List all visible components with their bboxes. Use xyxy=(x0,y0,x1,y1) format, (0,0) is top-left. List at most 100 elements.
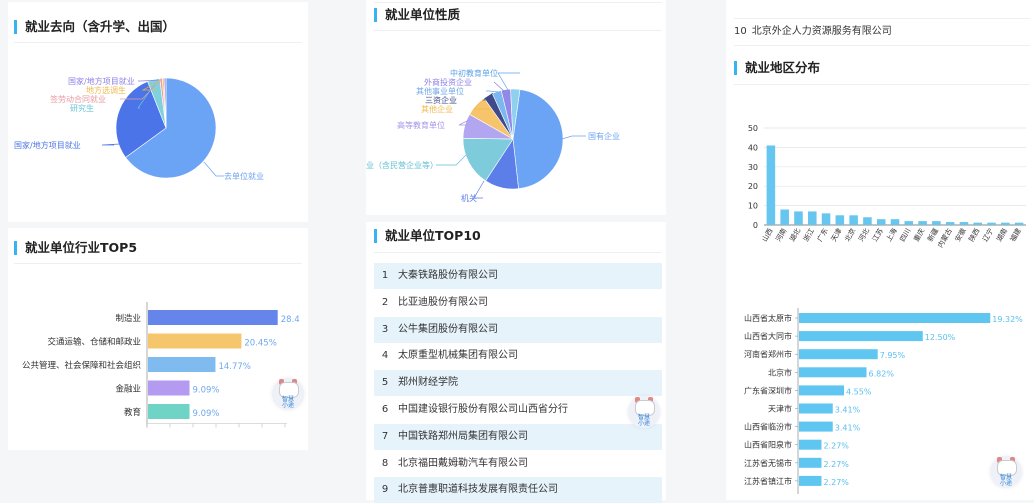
x-tick-label: 四川 xyxy=(899,227,913,243)
company-name: 北京福田戴姆勒汽车有限公司 xyxy=(398,457,528,469)
category-label: 江苏省无锡市 xyxy=(744,458,792,468)
company-name: 北京外企人力资源服务有限公司 xyxy=(751,26,892,37)
slice-label: 业（含民营企业等） xyxy=(366,160,438,170)
value-label: 20.45% xyxy=(244,339,276,349)
top10-list-item[interactable]: 2 比亚迪股份有限公司 xyxy=(374,290,662,316)
category-label: 金融业 xyxy=(115,384,141,395)
bar[interactable] xyxy=(945,222,955,225)
bar[interactable] xyxy=(148,310,278,325)
bar[interactable] xyxy=(799,331,923,342)
value-label: 6.82% xyxy=(869,369,895,378)
top10-list-item[interactable]: 4 太原重型机械集团有限公司 xyxy=(374,343,662,369)
rank-number: 1 xyxy=(381,270,389,281)
bar[interactable] xyxy=(799,367,867,378)
x-tick-label: 河北 xyxy=(857,227,871,243)
bar[interactable] xyxy=(987,222,996,225)
rank-number: 10 xyxy=(734,26,747,37)
bar[interactable] xyxy=(890,219,900,225)
bar[interactable] xyxy=(1014,222,1024,225)
rank-number: 4 xyxy=(381,350,389,362)
top10-list-item[interactable]: 9 北京普惠职道科技发展有限责任公司 xyxy=(374,477,662,503)
assistant-mascot-button[interactable]: 智慧 小途 xyxy=(272,378,304,410)
category-label: 公共管理、社会保障和社会组织 xyxy=(22,360,141,371)
bar[interactable] xyxy=(799,475,822,486)
company-name: 北京普惠职道科技发展有限责任公司 xyxy=(398,484,558,496)
slice-label: 国家/地方项目就业 xyxy=(68,76,135,86)
x-tick-label: 天津 xyxy=(830,227,844,243)
category-label: 江苏省镇江市 xyxy=(744,476,792,486)
y-tick-label: 30 xyxy=(748,163,758,172)
bar[interactable] xyxy=(876,219,886,225)
bar[interactable] xyxy=(821,213,831,225)
bar[interactable] xyxy=(766,145,776,225)
x-tick-label: 山西 xyxy=(760,227,775,244)
slice-label: 国有企业 xyxy=(588,131,620,141)
bar[interactable] xyxy=(794,211,803,225)
bar[interactable] xyxy=(835,215,845,225)
top10-list-item[interactable]: 5 郑州财经学院 xyxy=(374,370,662,397)
category-label: 交通运输、仓储和邮政业 xyxy=(47,337,141,348)
slice-label: 外商投资企业 xyxy=(424,77,472,87)
slice-label: 其他事业单位 xyxy=(416,86,464,96)
company-name: 公牛集团股份有限公司 xyxy=(398,323,498,335)
divider xyxy=(374,30,662,31)
slice-label: 去单位就业 xyxy=(224,171,264,181)
bar[interactable] xyxy=(148,404,190,419)
unit-nature-slice[interactable] xyxy=(512,89,564,190)
y-tick-label: 50 xyxy=(748,124,758,133)
leader-line xyxy=(203,161,224,177)
mascot-label-line2: 小途 xyxy=(281,402,294,409)
top10-list-item[interactable]: 10 北京外企人力资源服务有限公司 xyxy=(734,24,892,40)
slice-label: 国家/地方项目就业 xyxy=(14,140,81,150)
bar[interactable] xyxy=(799,439,822,450)
bar[interactable] xyxy=(148,380,190,396)
bar[interactable] xyxy=(807,211,817,225)
value-label: 2.27% xyxy=(823,478,849,487)
industry-bar-chart: 制造业 28.4 交通运输、仓储和邮政业 20.45% 公共管理、社会保障和社会组织 14… xyxy=(22,302,300,428)
city-bar-chart: 山西省太原市 19.32% 山西省大同市 12.50% 河南省郑州市 7.95% 北京市 6.… xyxy=(744,308,1023,494)
value-label: 4.55% xyxy=(846,387,872,396)
top10-list-item[interactable]: 8 北京福田戴姆勒汽车有限公司 xyxy=(374,451,662,477)
y-tick-label: 10 xyxy=(748,202,758,211)
x-tick-label: 湖北 xyxy=(787,227,802,244)
top10-list-item[interactable]: 1 大秦铁路股份有限公司 xyxy=(374,263,662,289)
bar[interactable] xyxy=(780,209,789,225)
destination-title: 就业去向（含升学、出国） xyxy=(14,20,175,34)
divider xyxy=(374,252,662,253)
slice-label: 三资企业 xyxy=(425,95,457,105)
divider xyxy=(14,42,302,43)
bar[interactable] xyxy=(799,349,878,360)
slice-label: 其他企业 xyxy=(421,104,453,114)
value-label: 12.50% xyxy=(925,333,956,342)
assistant-mascot-button[interactable]: 智慧 小途 xyxy=(990,456,1022,488)
bar[interactable] xyxy=(1001,222,1010,225)
assistant-mascot-button[interactable]: 智慧 小途 xyxy=(628,396,660,428)
x-tick-label: 河南 xyxy=(774,227,789,244)
bar[interactable] xyxy=(799,385,845,396)
bar[interactable] xyxy=(799,421,833,432)
y-tick-label: 40 xyxy=(748,143,758,152)
bar[interactable] xyxy=(959,222,969,225)
top10-list-item[interactable]: 7 中国铁路郑州局集团有限公司 xyxy=(374,423,662,450)
top10-title: 就业单位TOP10 xyxy=(374,229,481,243)
bar[interactable] xyxy=(799,403,833,414)
bar[interactable] xyxy=(863,217,872,225)
leader-line xyxy=(101,143,121,146)
bar[interactable] xyxy=(799,313,991,323)
divider xyxy=(734,84,1030,85)
bar[interactable] xyxy=(973,222,983,225)
top10-list-item[interactable]: 6 中国建设银行股份有限公司山西省分行 xyxy=(374,397,662,423)
company-name: 中国建设银行股份有限公司山西省分行 xyxy=(398,404,568,415)
bar[interactable] xyxy=(932,221,941,225)
category-label: 北京市 xyxy=(768,367,792,377)
bar[interactable] xyxy=(799,457,822,468)
bar[interactable] xyxy=(148,333,242,349)
company-name: 中国铁路郑州局集团有限公司 xyxy=(398,430,528,442)
bar[interactable] xyxy=(148,357,216,372)
value-label: 2.27% xyxy=(823,460,849,469)
category-label: 广东省深圳市 xyxy=(744,385,792,395)
bar[interactable] xyxy=(918,221,927,225)
top10-list-item[interactable]: 3 公牛集团股份有限公司 xyxy=(374,316,662,343)
bar[interactable] xyxy=(849,215,858,225)
bar[interactable] xyxy=(904,221,914,225)
